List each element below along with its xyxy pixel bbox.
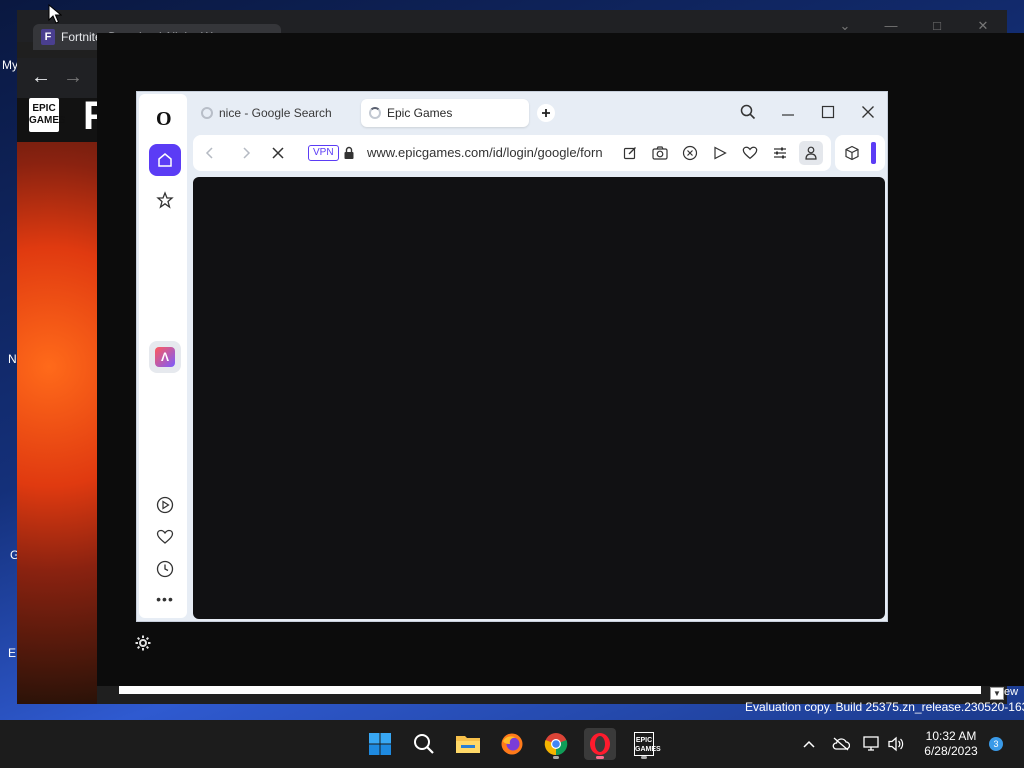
loading-progress-indicator: [871, 142, 876, 164]
close-icon[interactable]: [857, 102, 879, 122]
forward-arrow-icon[interactable]: →: [63, 66, 83, 89]
partial-text-ew: ew: [1004, 686, 1019, 698]
tab-title: nice - Google Search: [219, 106, 332, 120]
chevron-up-icon[interactable]: [799, 734, 819, 754]
back-arrow-icon[interactable]: ←: [31, 66, 51, 89]
epic-games-taskbar-logo: EPIC GAMES: [634, 732, 661, 756]
back-chevron-icon[interactable]: [201, 144, 219, 162]
evaluation-watermark: Evaluation copy. Build 25375.zn_release.…: [745, 700, 1024, 714]
send-arrow-icon[interactable]: [711, 144, 729, 162]
firefox-icon[interactable]: [496, 728, 528, 760]
loading-spinner-icon: [369, 107, 381, 119]
start-icon[interactable]: [364, 728, 396, 760]
clock-date: 6/28/2023: [924, 744, 978, 758]
opera-icon[interactable]: [584, 728, 616, 760]
loading-spinner-icon: [201, 107, 213, 119]
file-explorer-icon[interactable]: [452, 728, 484, 760]
tab-epic-games[interactable]: Epic Games: [361, 99, 529, 127]
page-content-area[interactable]: [193, 177, 885, 619]
maximize-icon[interactable]: [817, 102, 839, 122]
notification-badge[interactable]: 3: [989, 737, 1003, 751]
camera-snapshot-icon[interactable]: [651, 144, 669, 162]
url-input[interactable]: www.epicgames.com/id/login/google/fornit…: [367, 145, 603, 161]
mini-dropdown-chevron-icon[interactable]: ▼: [990, 687, 1004, 700]
tomato-head-artwork: [17, 142, 97, 704]
fortnite-favicon: F: [41, 29, 55, 45]
clock-time: 10:32 AM: [925, 729, 977, 743]
more-dots-icon[interactable]: •••: [149, 583, 181, 615]
history-clock-icon[interactable]: [149, 553, 181, 585]
taskbar: EPIC GAMES: [0, 720, 1024, 768]
opera-sidebar: O Λ •••: [139, 94, 187, 618]
search-icon[interactable]: [408, 728, 440, 760]
mouse-cursor-icon: [48, 4, 62, 24]
epic-games-logo[interactable]: EPIC GAMES: [29, 98, 66, 132]
address-bar[interactable]: VPN www.epicgames.com/id/login/google/fo…: [193, 135, 831, 171]
settings-gear-icon[interactable]: [134, 634, 152, 652]
vpn-badge[interactable]: VPN: [308, 145, 339, 161]
opera-browser-window[interactable]: O Λ ••• nice - Google Search Epic Games: [136, 91, 888, 622]
heart-icon[interactable]: [149, 521, 181, 553]
maximize-icon[interactable]: □: [927, 18, 947, 34]
bookmark-heart-icon[interactable]: [741, 144, 759, 162]
player-icon[interactable]: [149, 489, 181, 521]
chrome-icon[interactable]: [540, 728, 572, 760]
running-indicator: [641, 756, 647, 759]
opera-logo[interactable]: O: [156, 108, 172, 131]
new-tab-plus-icon[interactable]: [537, 104, 555, 122]
desktop-label-n: N: [8, 352, 17, 366]
onedrive-cloud-icon[interactable]: [831, 734, 851, 754]
extensions-cube-icon[interactable]: [843, 144, 861, 162]
tab-google-search[interactable]: nice - Google Search: [193, 99, 353, 127]
minimize-icon[interactable]: —: [881, 18, 901, 34]
volume-icon[interactable]: [886, 734, 906, 754]
minimize-icon[interactable]: [777, 102, 799, 122]
active-indicator: [596, 756, 604, 759]
profile-icon[interactable]: [799, 141, 823, 165]
running-indicator: [553, 756, 559, 759]
system-clock[interactable]: 10:32 AM 6/28/2023: [918, 729, 984, 759]
home-icon[interactable]: [149, 144, 181, 176]
tab-title: Epic Games: [387, 106, 453, 120]
edit-icon[interactable]: [621, 144, 639, 162]
aria-ai-icon[interactable]: Λ: [149, 341, 181, 373]
extensions-area: [835, 135, 885, 171]
easy-setup-sliders-icon[interactable]: [771, 144, 789, 162]
ad-blocker-icon[interactable]: [681, 144, 699, 162]
forward-chevron-icon[interactable]: [237, 144, 255, 162]
epic-games-icon[interactable]: EPIC GAMES: [628, 728, 661, 760]
stop-loading-icon[interactable]: [269, 144, 287, 162]
tab-search-icon[interactable]: [737, 102, 759, 122]
network-icon[interactable]: [862, 734, 882, 754]
desktop-label-my: My: [2, 58, 18, 72]
chevron-down-icon[interactable]: ⌄: [835, 18, 855, 34]
desktop-label-e: E: [8, 646, 17, 660]
star-icon[interactable]: [149, 184, 181, 216]
lock-icon[interactable]: [340, 144, 358, 162]
close-icon[interactable]: ✕: [973, 18, 993, 34]
